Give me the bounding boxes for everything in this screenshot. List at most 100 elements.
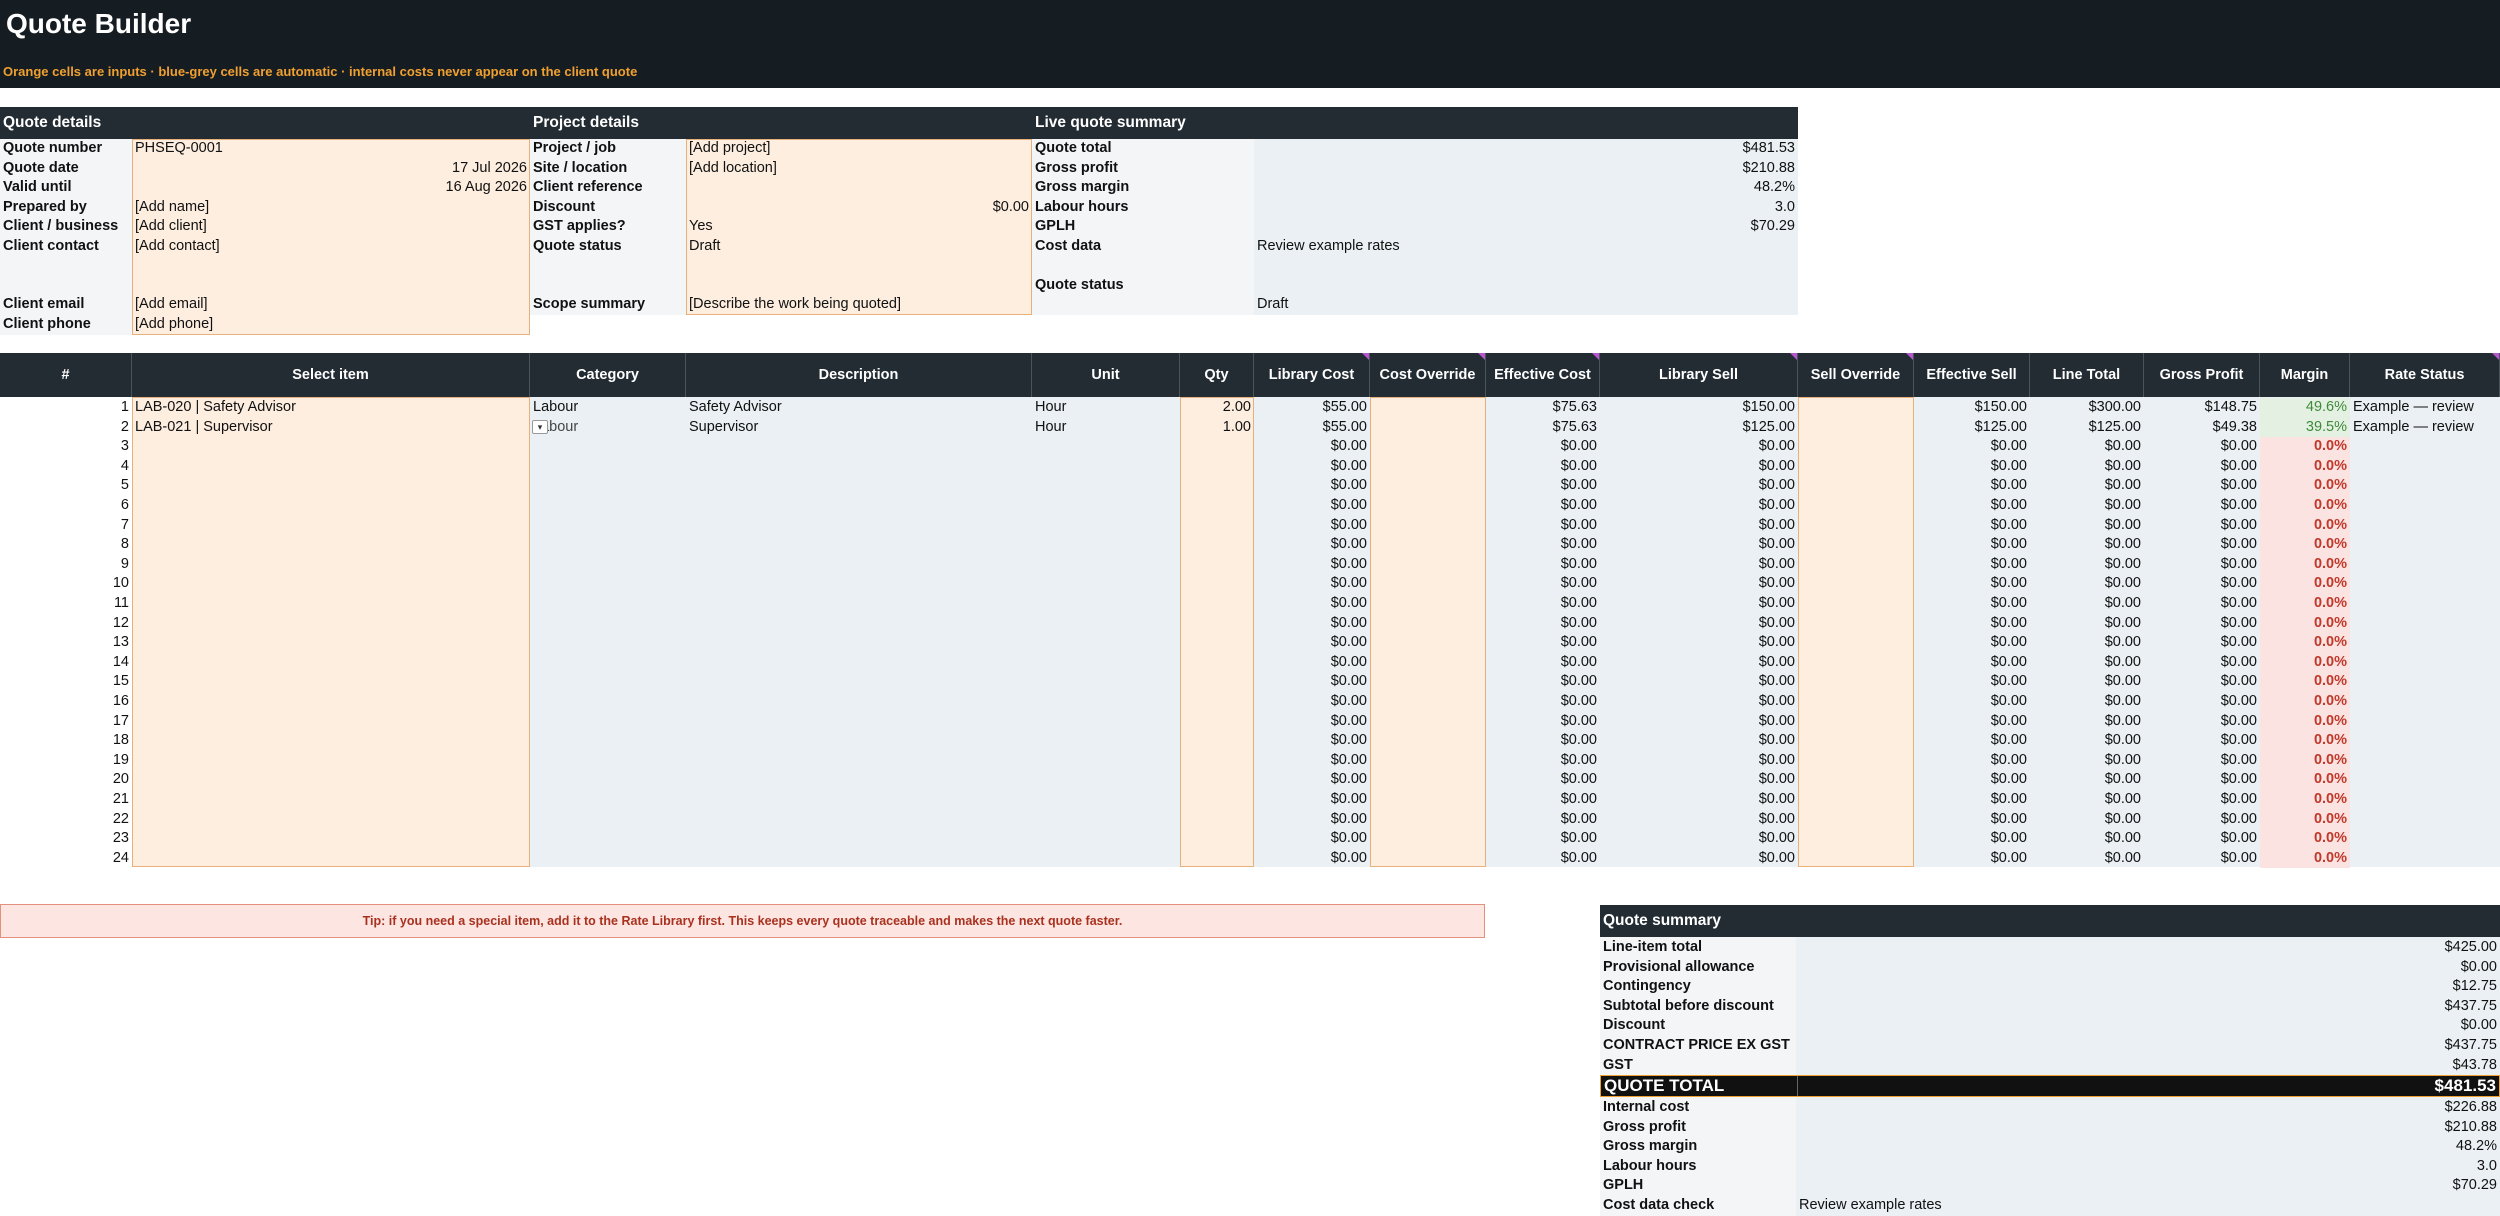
cell-sell-override[interactable] [1798,692,1914,712]
cell-sell-override[interactable] [1798,849,1914,869]
valid-until-input[interactable]: 16 Aug 2026 [132,178,530,198]
cell-qty[interactable] [1180,535,1254,555]
column-header-lib-sell[interactable]: Library Sell [1600,353,1798,397]
cell-qty[interactable] [1180,692,1254,712]
cell-sell-override[interactable] [1798,574,1914,594]
cell-item[interactable] [132,829,530,849]
prepared-by-input[interactable]: [Add name] [132,198,530,218]
column-header-gross-profit[interactable]: Gross Profit [2144,353,2260,397]
cell-item[interactable] [132,574,530,594]
column-header-line-total[interactable]: Line Total [2030,353,2144,397]
cell-sell-override[interactable] [1798,633,1914,653]
cell-sell-override[interactable] [1798,810,1914,830]
column-header-qty[interactable]: Qty [1180,353,1254,397]
comment-indicator-icon[interactable] [1790,353,1797,360]
client-phone-input[interactable]: [Add phone] [132,315,530,335]
cell-cost-override[interactable] [1370,614,1486,634]
cell-qty[interactable] [1180,574,1254,594]
cell-qty[interactable] [1180,437,1254,457]
cell-qty[interactable]: 2.00 [1180,398,1254,418]
cell-item[interactable]: LAB-021 | Supervisor [132,418,530,438]
column-header-sell-override[interactable]: Sell Override [1798,353,1914,397]
cell-item[interactable] [132,770,530,790]
column-header-item[interactable]: Select item [132,353,530,397]
cell-cost-override[interactable] [1370,476,1486,496]
cell-sell-override[interactable] [1798,653,1914,673]
cell-sell-override[interactable] [1798,535,1914,555]
column-header-unit[interactable]: Unit [1032,353,1180,397]
cell-qty[interactable] [1180,653,1254,673]
column-header-n[interactable]: # [0,353,132,397]
cell-cost-override[interactable] [1370,496,1486,516]
cell-item[interactable] [132,633,530,653]
column-header-category[interactable]: Category [530,353,686,397]
category-dropdown-icon[interactable]: ▾ [532,420,548,434]
site-location-input[interactable]: [Add location] [686,159,1032,179]
cell-cost-override[interactable] [1370,790,1486,810]
cell-qty[interactable]: 1.00 [1180,418,1254,438]
cell-qty[interactable] [1180,672,1254,692]
column-header-rate-status[interactable]: Rate Status [2350,353,2500,397]
cell-qty[interactable] [1180,770,1254,790]
column-header-margin[interactable]: Margin [2260,353,2350,397]
cell-cost-override[interactable] [1370,594,1486,614]
cell-cost-override[interactable] [1370,516,1486,536]
cell-cost-override[interactable] [1370,751,1486,771]
cell-sell-override[interactable] [1798,398,1914,418]
cell-qty[interactable] [1180,496,1254,516]
cell-sell-override[interactable] [1798,751,1914,771]
cell-sell-override[interactable] [1798,770,1914,790]
cell-qty[interactable] [1180,849,1254,869]
cell-cost-override[interactable] [1370,829,1486,849]
cell-item[interactable] [132,555,530,575]
cell-qty[interactable] [1180,614,1254,634]
cell-sell-override[interactable] [1798,829,1914,849]
cell-sell-override[interactable] [1798,731,1914,751]
cell-item[interactable] [132,457,530,477]
cell-item[interactable] [132,751,530,771]
cell-item[interactable] [132,790,530,810]
cell-item[interactable] [132,535,530,555]
cell-cost-override[interactable] [1370,457,1486,477]
cell-sell-override[interactable] [1798,476,1914,496]
cell-item[interactable] [132,672,530,692]
cell-cost-override[interactable] [1370,712,1486,732]
cell-qty[interactable] [1180,712,1254,732]
cell-cost-override[interactable] [1370,770,1486,790]
column-header-cost-override[interactable]: Cost Override [1370,353,1486,397]
column-header-eff-sell[interactable]: Effective Sell [1914,353,2030,397]
cell-cost-override[interactable] [1370,574,1486,594]
cell-item[interactable] [132,614,530,634]
cell-cost-override[interactable] [1370,672,1486,692]
cell-sell-override[interactable] [1798,614,1914,634]
cell-item[interactable] [132,731,530,751]
cell-item[interactable] [132,476,530,496]
column-header-description[interactable]: Description [686,353,1032,397]
comment-indicator-icon[interactable] [1906,353,1913,360]
client-contact-input[interactable]: [Add contact] [132,237,530,257]
cell-item[interactable] [132,516,530,536]
column-header-eff-cost[interactable]: Effective Cost [1486,353,1600,397]
cell-item[interactable] [132,437,530,457]
cell-sell-override[interactable] [1798,555,1914,575]
cell-qty[interactable] [1180,810,1254,830]
cell-sell-override[interactable] [1798,457,1914,477]
client-business-input[interactable]: [Add client] [132,217,530,237]
cell-qty[interactable] [1180,633,1254,653]
cell-sell-override[interactable] [1798,418,1914,438]
cell-item[interactable] [132,653,530,673]
cell-item[interactable] [132,712,530,732]
cell-cost-override[interactable] [1370,633,1486,653]
cell-item[interactable] [132,692,530,712]
cell-qty[interactable] [1180,790,1254,810]
comment-indicator-icon[interactable] [2492,353,2499,360]
project-job-input[interactable]: [Add project] [686,139,1032,159]
cell-item[interactable] [132,810,530,830]
gst-applies-select[interactable]: Yes [686,217,1032,237]
cell-cost-override[interactable] [1370,437,1486,457]
cell-qty[interactable] [1180,594,1254,614]
cell-item[interactable] [132,849,530,869]
column-header-lib-cost[interactable]: Library Cost [1254,353,1370,397]
scope-summary-input[interactable]: [Describe the work being quoted] [686,295,1032,315]
cell-cost-override[interactable] [1370,731,1486,751]
